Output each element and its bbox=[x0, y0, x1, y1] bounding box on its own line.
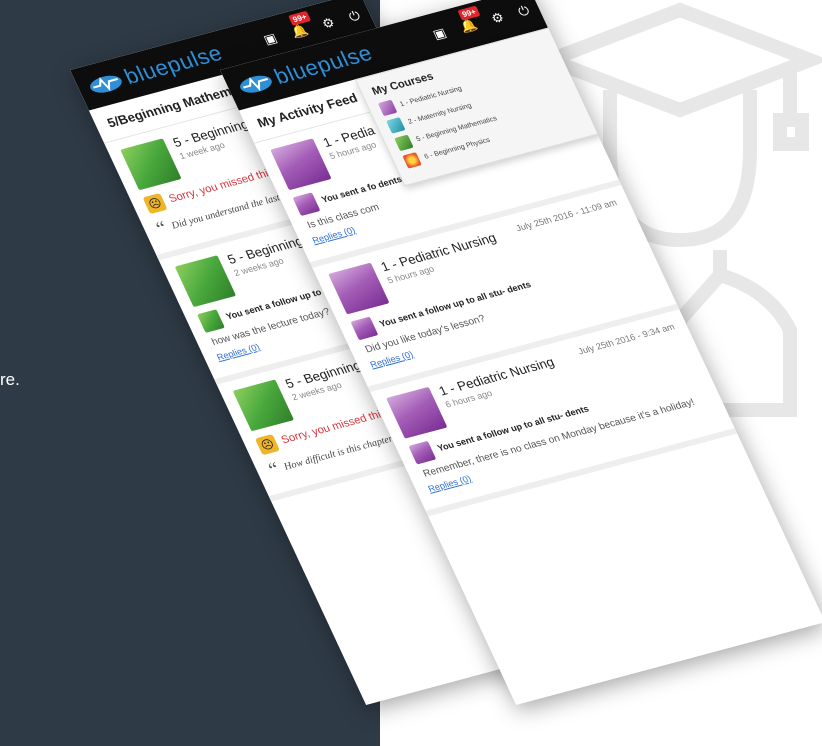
course-mini-thumbnail bbox=[408, 440, 437, 465]
quote-icon: “ bbox=[152, 217, 171, 240]
power-icon[interactable]: ⏻ bbox=[515, 3, 532, 20]
course-mini-thumbnail bbox=[350, 316, 379, 341]
course-color-icon bbox=[386, 117, 406, 134]
course-color-icon bbox=[402, 152, 422, 169]
courses-icon[interactable]: ▣ bbox=[430, 25, 449, 43]
course-thumbnail bbox=[120, 138, 182, 191]
notification-badge: 99+ bbox=[287, 10, 312, 26]
gear-icon[interactable]: ⚙ bbox=[319, 15, 337, 33]
pulse-cloud-icon bbox=[90, 75, 122, 93]
course-thumbnail bbox=[328, 262, 390, 315]
quote-icon: “ bbox=[265, 458, 284, 482]
replies-link[interactable]: Replies (0) bbox=[311, 225, 357, 245]
course-thumbnail bbox=[270, 138, 332, 191]
course-thumbnail bbox=[232, 379, 295, 432]
pulse-cloud-icon bbox=[240, 75, 272, 93]
gear-icon[interactable]: ⚙ bbox=[489, 9, 507, 27]
course-thumbnail bbox=[174, 255, 237, 308]
course-color-icon bbox=[377, 99, 398, 117]
course-mini-thumbnail bbox=[197, 309, 225, 333]
replies-link[interactable]: Replies (0) bbox=[215, 342, 261, 362]
power-icon[interactable]: ⏻ bbox=[346, 8, 363, 25]
course-color-icon bbox=[394, 134, 414, 152]
notification-badge: 99+ bbox=[457, 5, 481, 21]
cropped-heading-text: re. bbox=[0, 370, 20, 389]
course-mini-thumbnail bbox=[292, 192, 321, 216]
sad-face-icon: ☹ bbox=[254, 434, 281, 456]
notification-bell[interactable]: 🔔 99+ bbox=[457, 5, 481, 36]
sad-face-icon: ☹ bbox=[142, 192, 168, 215]
replies-link[interactable]: Replies (0) bbox=[368, 349, 414, 369]
courses-icon[interactable]: ▣ bbox=[261, 30, 280, 48]
replies-link[interactable]: Replies (0) bbox=[426, 473, 472, 493]
notification-bell[interactable]: 🔔 99+ bbox=[287, 10, 312, 41]
course-thumbnail bbox=[386, 386, 448, 439]
